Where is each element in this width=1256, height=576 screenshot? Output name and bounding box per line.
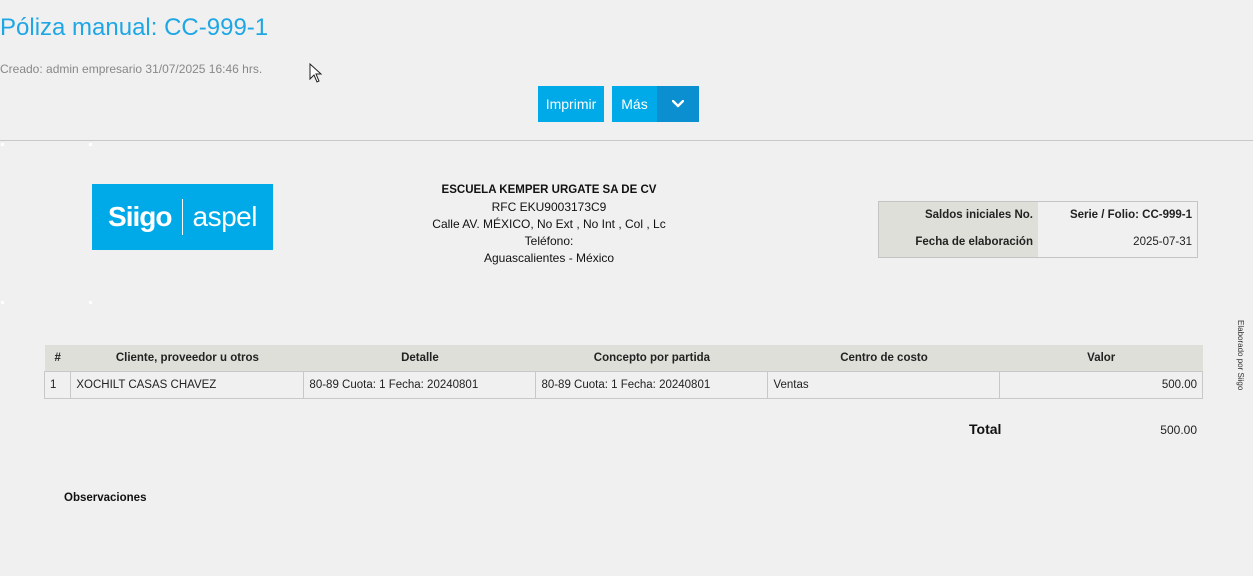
policy-type-label: Saldos iniciales No. [924, 209, 1033, 221]
value-cell: 500.00 [999, 371, 1203, 399]
created-info: Creado: admin empresario 31/07/2025 16:4… [0, 62, 263, 76]
header-divider [0, 140, 1256, 141]
side-credit-text: Elaborado por Siigo [1236, 320, 1245, 391]
more-button-label[interactable]: Más [612, 86, 657, 122]
page-title: Póliza manual: CC-999-1 [0, 14, 269, 41]
column-header: Concepto por partida [535, 345, 768, 372]
company-rfc: RFC EKU9003173C9 [491, 200, 607, 214]
company-info: ESCUELA KEMPER URGATE SA DE CV RFC EKU90… [382, 182, 716, 267]
info-row-date: Fecha de elaboración 2025-07-31 [879, 229, 1197, 256]
mouse-pointer-icon [309, 63, 323, 83]
column-header: # [44, 345, 71, 372]
policy-info-box: Saldos iniciales No. Serie / Folio: CC-9… [878, 201, 1198, 258]
total-label: Total [969, 421, 1002, 437]
corner-mark [89, 301, 92, 304]
detail-cell: 80-89 Cuota: 1 Fecha: 20240801 [303, 371, 537, 399]
cost-center-cell: Ventas [767, 371, 1001, 399]
print-button[interactable]: Imprimir [538, 86, 604, 122]
row-number-cell: 1 [43, 371, 72, 399]
page: Póliza manual: CC-999-1 Creado: admin em… [0, 0, 1256, 576]
table-row: 1 XOCHILT CASAS CHAVEZ 80-89 Cuota: 1 Fe… [43, 371, 1203, 399]
siigo-aspel-logo: Siigo aspel [92, 184, 273, 250]
entries-table: # Cliente, proveedor u otros Detalle Con… [43, 345, 1203, 399]
date-value: 2025-07-31 [1133, 236, 1192, 248]
logo-aspel-text: aspel [192, 201, 258, 232]
date-label: Fecha de elaboración [915, 236, 1033, 248]
company-name: ESCUELA KEMPER URGATE SA DE CV [441, 184, 657, 196]
logo-separator [181, 199, 183, 235]
company-city: Aguascalientes - México [483, 251, 615, 265]
series-folio-label: Serie / Folio: CC-999-1 [1069, 209, 1192, 221]
observations-label: Observaciones [64, 492, 147, 504]
corner-mark [1, 143, 4, 146]
corner-mark [1, 301, 4, 304]
corner-mark [89, 143, 92, 146]
client-cell: XOCHILT CASAS CHAVEZ [70, 371, 305, 399]
column-header: Centro de costo [767, 345, 1000, 372]
total-value: 500.00 [1160, 423, 1197, 437]
table-header-row: # Cliente, proveedor u otros Detalle Con… [44, 345, 1203, 372]
more-dropdown-button[interactable]: Más [612, 86, 699, 122]
column-header: Detalle [303, 345, 536, 372]
concept-cell: 80-89 Cuota: 1 Fecha: 20240801 [535, 371, 769, 399]
company-phone: Teléfono: [524, 234, 574, 248]
company-address: Calle AV. MÉXICO, No Ext , No Int , Col … [432, 217, 666, 231]
info-row-type: Saldos iniciales No. Serie / Folio: CC-9… [879, 202, 1197, 229]
logo-siigo-text: Siigo [108, 201, 172, 232]
column-header: Valor [999, 345, 1203, 372]
chevron-down-icon[interactable] [657, 86, 699, 122]
column-header: Cliente, proveedor u otros [70, 345, 304, 372]
